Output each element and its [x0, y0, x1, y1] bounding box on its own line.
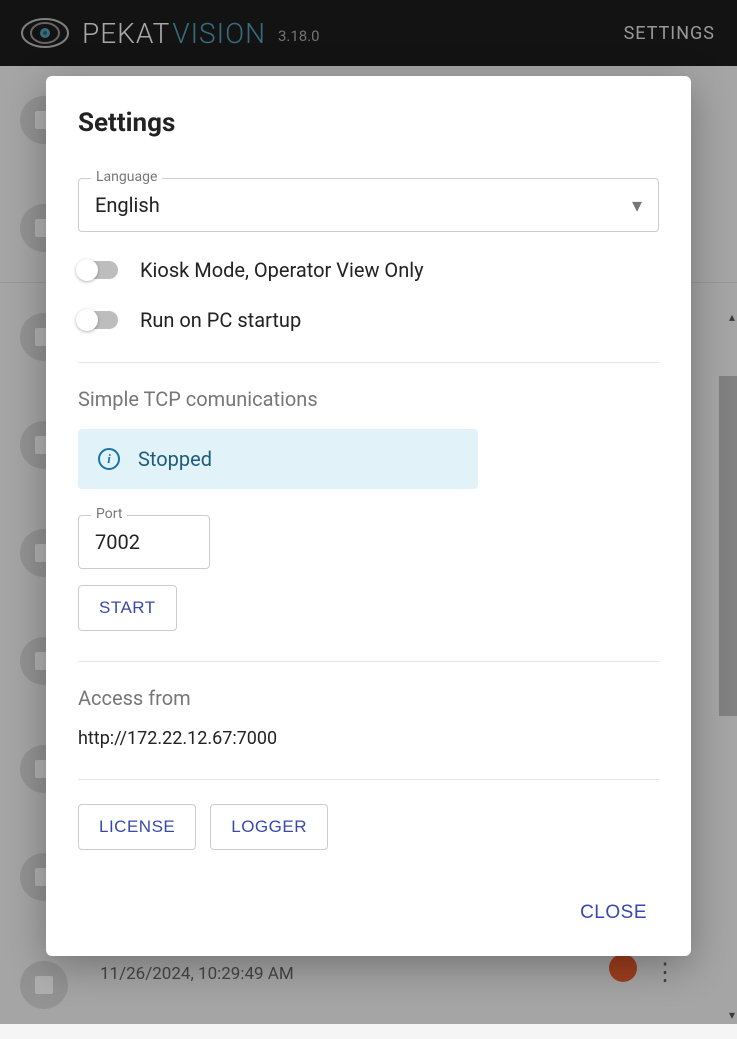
divider: [78, 779, 659, 780]
startup-toggle[interactable]: [78, 311, 118, 329]
access-url: http://172.22.12.67:7000: [78, 728, 659, 749]
close-button[interactable]: CLOSE: [568, 894, 659, 932]
startup-toggle-row: Run on PC startup: [78, 308, 659, 332]
language-select[interactable]: Language English ▾: [78, 178, 659, 232]
tcp-status-text: Stopped: [138, 447, 212, 471]
dropdown-icon: ▾: [632, 193, 642, 217]
language-label: Language: [91, 169, 162, 185]
info-icon: i: [98, 448, 120, 470]
tcp-heading: Simple TCP comunications: [78, 387, 659, 411]
startup-label: Run on PC startup: [140, 308, 301, 332]
language-value: English: [95, 193, 160, 217]
kiosk-toggle-row: Kiosk Mode, Operator View Only: [78, 258, 659, 282]
modal-footer: CLOSE: [78, 894, 659, 932]
kiosk-toggle[interactable]: [78, 261, 118, 279]
tcp-status-badge: i Stopped: [78, 429, 478, 489]
logger-button[interactable]: LOGGER: [210, 804, 328, 850]
modal-title: Settings: [78, 108, 659, 138]
start-button[interactable]: START: [78, 585, 177, 631]
action-buttons: LICENSE LOGGER: [78, 804, 659, 850]
port-label: Port: [91, 506, 127, 522]
license-button[interactable]: LICENSE: [78, 804, 196, 850]
kiosk-label: Kiosk Mode, Operator View Only: [140, 258, 424, 282]
port-value: 7002: [95, 530, 193, 554]
divider: [78, 661, 659, 662]
port-input[interactable]: Port 7002: [78, 515, 210, 569]
divider: [78, 362, 659, 363]
settings-modal: Settings Language English ▾ Kiosk Mode, …: [46, 76, 691, 956]
access-heading: Access from: [78, 686, 659, 710]
